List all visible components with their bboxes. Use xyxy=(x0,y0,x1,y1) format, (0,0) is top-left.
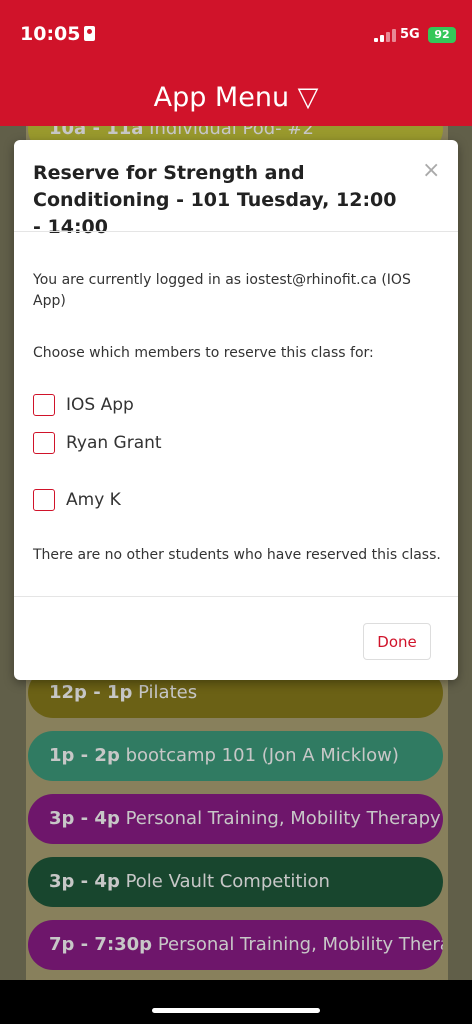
status-time-text: 10:05 xyxy=(20,23,81,45)
network-type: 5G xyxy=(400,27,420,42)
status-bar: 10:05 5G 92 xyxy=(0,0,472,70)
divider xyxy=(14,596,458,597)
divider xyxy=(14,231,458,232)
member-label: Amy K xyxy=(66,490,121,510)
battery-icon: 92 xyxy=(428,27,456,43)
status-time: 10:05 xyxy=(20,23,96,45)
member-checkbox[interactable] xyxy=(33,489,55,511)
member-checkbox[interactable] xyxy=(33,432,55,454)
app-menu-bar[interactable]: App Menu ▽ xyxy=(0,70,472,126)
member-checkbox[interactable] xyxy=(33,394,55,416)
contact-card-icon xyxy=(84,26,96,41)
member-label: IOS App xyxy=(66,395,134,415)
app-menu-title[interactable]: App Menu ▽ xyxy=(0,70,472,126)
member-label: Ryan Grant xyxy=(66,433,162,453)
signal-icon xyxy=(374,28,398,42)
no-others-text: There are no other students who have res… xyxy=(33,547,441,563)
close-icon[interactable]: × xyxy=(422,158,440,183)
dialog-title: Reserve for Strength and Conditioning - … xyxy=(33,162,397,238)
reserve-dialog: Reserve for Strength and Conditioning - … xyxy=(14,140,458,680)
done-button[interactable]: Done xyxy=(363,623,431,660)
home-indicator[interactable] xyxy=(152,1008,320,1013)
choose-members-text: Choose which members to reserve this cla… xyxy=(33,345,374,361)
logged-in-text: You are currently logged in as iostest@r… xyxy=(33,272,411,309)
home-bar xyxy=(0,980,472,1024)
battery-level: 92 xyxy=(434,28,450,41)
